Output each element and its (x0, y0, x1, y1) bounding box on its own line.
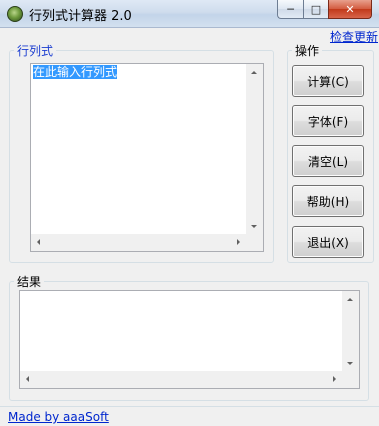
scroll-left-icon[interactable] (37, 239, 40, 245)
result-horizontal-scrollbar[interactable] (20, 371, 342, 388)
close-button[interactable]: ✕ (328, 0, 372, 19)
app-icon (7, 6, 23, 22)
scroll-corner (246, 234, 263, 251)
help-button[interactable]: 帮助(H) (292, 185, 364, 217)
matrix-input-text-wrap: 在此输入行列式 (33, 65, 118, 80)
matrix-horizontal-scrollbar[interactable] (31, 234, 246, 251)
result-vertical-scrollbar[interactable] (342, 291, 359, 371)
made-by-link[interactable]: Made by aaaSoft (8, 410, 109, 424)
scroll-down-icon[interactable] (347, 362, 353, 365)
window-controls: ─ □ ✕ (277, 0, 372, 20)
footer-divider (0, 406, 379, 407)
matrix-group-label: 行列式 (14, 42, 57, 59)
check-update-link[interactable]: 检查更新 (330, 28, 378, 45)
scroll-up-icon[interactable] (251, 71, 257, 74)
matrix-input-selected-text: 在此输入行列式 (33, 65, 118, 79)
minimize-icon: ─ (287, 2, 294, 16)
maximize-icon: □ (310, 2, 322, 16)
title-bar: 行列式计算器 2.0 ─ □ ✕ (0, 0, 379, 28)
clear-button[interactable]: 清空(L) (292, 145, 364, 177)
matrix-vertical-scrollbar[interactable] (246, 64, 263, 234)
maximize-button[interactable]: □ (303, 0, 328, 19)
scroll-down-icon[interactable] (251, 225, 257, 228)
close-icon: ✕ (345, 2, 355, 16)
result-output[interactable] (19, 290, 360, 389)
scroll-left-icon[interactable] (26, 376, 29, 382)
scroll-right-icon[interactable] (333, 376, 336, 382)
window-title: 行列式计算器 2.0 (29, 9, 132, 24)
matrix-input[interactable]: 在此输入行列式 (30, 63, 264, 252)
scroll-up-icon[interactable] (347, 298, 353, 301)
scroll-corner (342, 371, 359, 388)
operations-group-label: 操作 (292, 42, 323, 59)
result-group-label: 结果 (14, 273, 45, 290)
calculate-button[interactable]: 计算(C) (292, 65, 364, 97)
scroll-right-icon[interactable] (237, 239, 240, 245)
minimize-button[interactable]: ─ (277, 0, 303, 19)
font-button[interactable]: 字体(F) (292, 105, 364, 137)
exit-button[interactable]: 退出(X) (292, 226, 364, 258)
